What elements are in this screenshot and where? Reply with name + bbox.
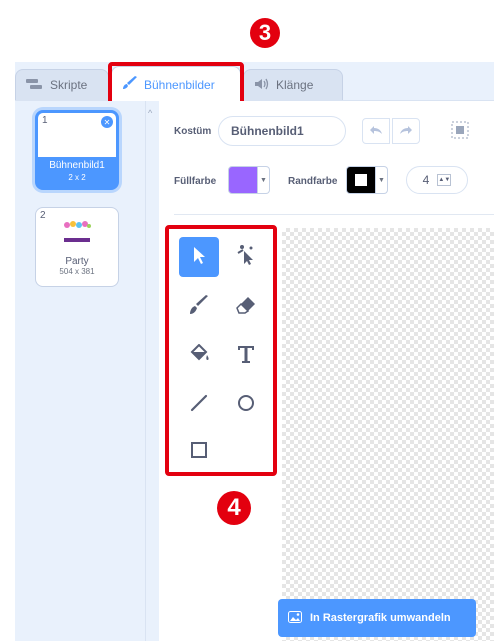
tab-costumes-label: Bühnenbilder bbox=[144, 77, 215, 92]
outline-inner-square bbox=[355, 174, 367, 186]
line-icon bbox=[189, 393, 209, 418]
step-4-number: 4 bbox=[227, 494, 241, 521]
width-stepper-icon[interactable]: ▲▼ bbox=[437, 174, 452, 186]
eraser-icon bbox=[236, 296, 256, 319]
costume-number: 1 bbox=[42, 115, 48, 126]
scroll-up-icon[interactable]: ^ bbox=[148, 108, 152, 118]
tab-scripts-label: Skripte bbox=[50, 78, 88, 92]
line-tool[interactable] bbox=[179, 385, 219, 425]
redo-button[interactable] bbox=[392, 118, 420, 144]
code-blocks-icon bbox=[26, 78, 44, 93]
outline-color-swatch[interactable] bbox=[346, 166, 376, 194]
step-3-badge: 3 bbox=[250, 18, 280, 48]
costume-size: 504 x 381 bbox=[59, 267, 95, 276]
outline-width-input[interactable]: 4 ▲▼ bbox=[406, 166, 468, 194]
fill-label: Füllfarbe bbox=[174, 176, 217, 187]
outline-dropdown-icon[interactable]: ▼ bbox=[376, 166, 388, 194]
paintbrush-icon bbox=[122, 76, 138, 93]
circle-icon bbox=[236, 393, 256, 418]
outline-width-value: 4 bbox=[422, 173, 430, 187]
eraser-tool[interactable] bbox=[226, 287, 266, 327]
costume-item-1[interactable]: 1 ✕ Bühnenbild1 2 x 2 bbox=[35, 110, 119, 190]
tab-sounds-label: Klänge bbox=[276, 78, 314, 92]
tab-costumes[interactable]: Bühnenbilder bbox=[111, 66, 241, 102]
undo-icon bbox=[369, 122, 383, 140]
redo-icon bbox=[399, 122, 413, 140]
tab-scripts[interactable]: Skripte bbox=[15, 69, 109, 100]
speaker-icon bbox=[254, 78, 270, 93]
step-4-badge: 4 bbox=[217, 491, 251, 525]
text-tool[interactable] bbox=[226, 336, 266, 376]
fill-icon bbox=[188, 343, 210, 369]
costume-item-2[interactable]: 2 Party 504 x 381 bbox=[35, 207, 119, 287]
costume-size: 2 x 2 bbox=[68, 173, 86, 182]
text-icon bbox=[236, 344, 256, 369]
costume-label: Kostüm bbox=[174, 126, 212, 137]
party-thumbnail bbox=[62, 220, 92, 244]
undo-button[interactable] bbox=[362, 118, 390, 144]
circle-tool[interactable] bbox=[226, 385, 266, 425]
fill-tool[interactable] bbox=[179, 336, 219, 376]
step-3-number: 3 bbox=[258, 20, 272, 45]
fill-color-swatch[interactable] bbox=[228, 166, 258, 194]
delete-costume-icon[interactable]: ✕ bbox=[101, 116, 113, 128]
outline-label: Randfarbe bbox=[288, 176, 338, 187]
costume-name: Party bbox=[65, 256, 89, 267]
top-area bbox=[0, 0, 494, 62]
select-icon bbox=[191, 245, 207, 270]
reshape-tool[interactable] bbox=[226, 237, 266, 277]
group-icon[interactable] bbox=[450, 120, 470, 140]
image-icon bbox=[288, 610, 302, 626]
costume-number: 2 bbox=[40, 210, 46, 221]
pane-divider bbox=[145, 101, 160, 641]
brush-tool[interactable] bbox=[179, 287, 219, 327]
brush-icon bbox=[189, 294, 209, 320]
toolbar-separator bbox=[174, 214, 494, 215]
convert-to-bitmap-button[interactable]: In Rastergrafik umwandeln bbox=[278, 599, 476, 637]
reshape-icon bbox=[235, 244, 257, 271]
drawing-canvas[interactable] bbox=[282, 228, 494, 641]
fill-dropdown-icon[interactable]: ▼ bbox=[258, 166, 270, 194]
rectangle-tool[interactable] bbox=[179, 432, 219, 472]
select-tool[interactable] bbox=[179, 237, 219, 277]
costume-name: Bühnenbild1 bbox=[49, 160, 105, 171]
costume-caption: Party 504 x 381 bbox=[36, 256, 118, 276]
rectangle-icon bbox=[190, 441, 208, 464]
tab-sounds[interactable]: Klänge bbox=[243, 69, 343, 100]
convert-button-label: In Rastergrafik umwandeln bbox=[310, 612, 451, 624]
costume-namebar: Bühnenbild1 2 x 2 bbox=[38, 157, 116, 187]
costume-name-input[interactable]: Bühnenbild1 bbox=[218, 116, 346, 146]
